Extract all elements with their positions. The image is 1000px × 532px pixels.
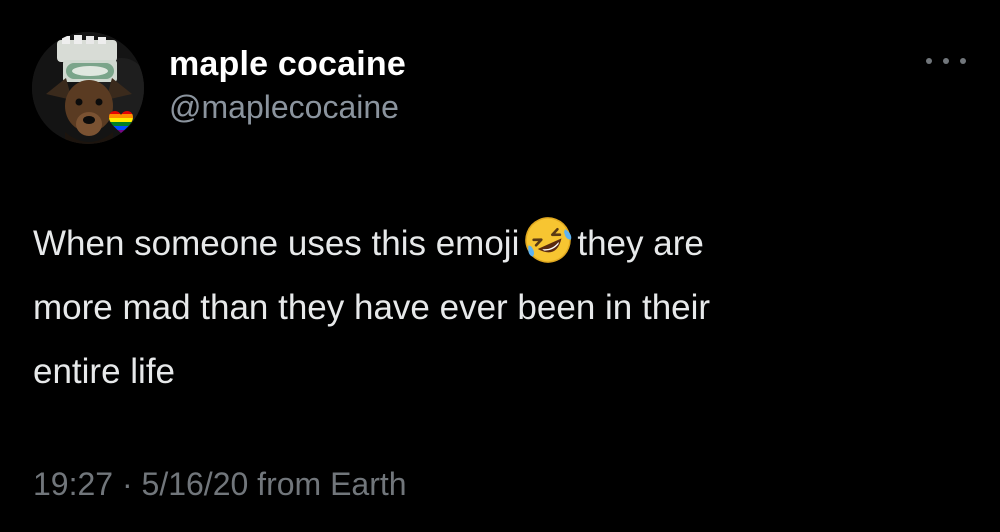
tweet-text-line-1: When someone uses this emoji they are (33, 212, 933, 276)
author-names: maple cocaine @maplecocaine (169, 44, 406, 128)
tweet-header: maple cocaine @maplecocaine (32, 32, 968, 144)
more-dot (943, 58, 949, 64)
meta-separator: · (121, 466, 133, 502)
more-options-button[interactable] (926, 54, 966, 68)
user-handle[interactable]: @maplecocaine (169, 86, 406, 128)
tweet-meta: 19:27 · 5/16/20 from Earth (33, 462, 407, 506)
more-dot (960, 58, 966, 64)
tweet-text-line-3: entire life (33, 352, 176, 391)
display-name[interactable]: maple cocaine (169, 44, 406, 84)
tweet-text: When someone uses this emoji they are mo… (33, 212, 933, 404)
rainbow-heart-icon (109, 111, 133, 133)
tweet-source: from Earth (257, 466, 407, 502)
tweet-date[interactable]: 5/16/20 (142, 466, 249, 502)
more-dot (926, 58, 932, 64)
tweet-time[interactable]: 19:27 (33, 466, 113, 502)
tweet: maple cocaine @maplecocaine When someone… (0, 0, 1000, 532)
tweet-text-segment: When someone uses this emoji (33, 224, 520, 263)
rolling-on-floor-laughing-emoji-icon (525, 217, 572, 263)
tweet-text-segment: they are (577, 224, 704, 263)
tweet-text-line-2: more mad than they have ever been in the… (33, 288, 711, 327)
